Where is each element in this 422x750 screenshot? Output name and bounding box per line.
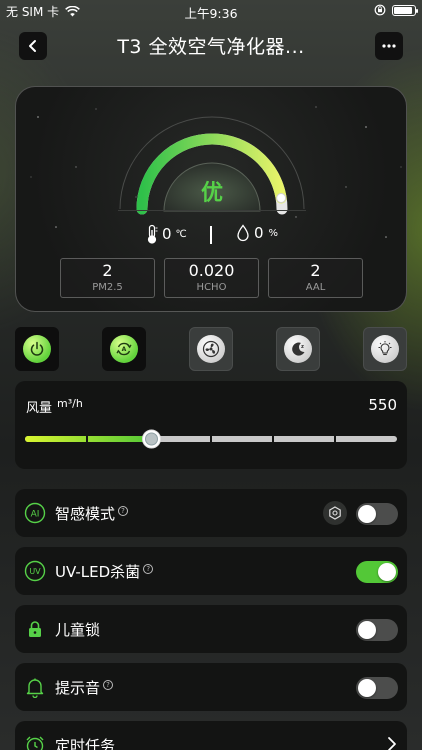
ai-icon: AI	[24, 502, 46, 524]
smart-mode-settings-button[interactable]	[323, 501, 347, 525]
hexagon-settings-icon	[329, 506, 341, 520]
auto-mode-button[interactable]: A	[102, 327, 146, 371]
uv-led-row: UV UV-LED杀菌?	[15, 547, 407, 595]
metric-pm25: 2 PM2.5	[60, 258, 155, 298]
light-bulb-icon	[378, 341, 392, 356]
rotation-lock-icon	[374, 4, 386, 16]
help-icon[interactable]: ?	[143, 564, 154, 574]
help-icon[interactable]: ?	[103, 680, 114, 690]
environment-divider	[210, 226, 212, 244]
timer-task-label: 定时任务	[55, 737, 116, 750]
slider-segment-divider	[86, 436, 88, 442]
sound-toggle[interactable]	[356, 677, 398, 699]
fan-speed-slider[interactable]	[25, 427, 397, 451]
chevron-right-icon	[388, 737, 396, 750]
metric-label: HCHO	[196, 282, 227, 293]
temperature-unit: ℃	[175, 228, 187, 240]
thermometer-icon	[147, 224, 158, 244]
uv-led-label: UV-LED杀菌?	[55, 561, 154, 582]
light-mode-button[interactable]	[363, 327, 407, 371]
uv-led-toggle[interactable]	[356, 561, 398, 583]
metric-aal: 2 AAL	[268, 258, 363, 298]
more-dots-icon	[382, 44, 396, 48]
help-icon[interactable]: ?	[118, 506, 129, 516]
child-lock-toggle[interactable]	[356, 619, 398, 641]
humidity-unit: %	[268, 227, 279, 239]
svg-text:AI: AI	[31, 510, 40, 520]
fan-icon	[202, 340, 220, 358]
air-quality-card: 优 0 ℃ 0% 2 PM2.5 0.020 HCHO 2 AAL	[15, 86, 407, 312]
sound-row: 提示音?	[15, 663, 407, 711]
moon-icon: z	[292, 342, 305, 356]
slider-segment-divider	[334, 436, 336, 442]
slider-segment-divider	[272, 436, 274, 442]
metric-label: PM2.5	[92, 282, 123, 293]
humidity-value: 0	[254, 224, 264, 242]
fan-speed-value: 550	[368, 396, 397, 414]
air-quality-label: 优	[200, 181, 223, 206]
temperature-reading: 0 ℃	[145, 224, 187, 244]
metric-value: 0.020	[188, 261, 235, 280]
metric-value: 2	[102, 261, 113, 280]
child-lock-row: 儿童锁	[15, 605, 407, 653]
smart-mode-label: 智感模式?	[55, 503, 129, 524]
fan-speed-card: 风量 m³/h 550	[15, 381, 407, 469]
more-button[interactable]	[375, 32, 403, 60]
power-button[interactable]	[15, 327, 59, 371]
fan-speed-label: 风量	[26, 401, 53, 416]
bell-icon	[26, 678, 44, 698]
svg-text:A: A	[122, 346, 127, 353]
header: T3 全效空气净化器...	[0, 24, 422, 66]
smart-mode-toggle[interactable]	[356, 503, 398, 525]
slider-fill	[25, 436, 152, 442]
battery-icon	[392, 4, 418, 16]
chevron-left-icon	[29, 40, 36, 52]
svg-text:UV: UV	[29, 567, 41, 576]
environment-row: 0 ℃ 0%	[16, 224, 406, 248]
sound-label: 提示音?	[55, 677, 114, 698]
temperature-value: 0	[162, 225, 172, 243]
page-title: T3 全效空气净化器...	[117, 36, 305, 58]
alarm-clock-icon	[26, 736, 44, 750]
uv-icon: UV	[24, 560, 46, 582]
back-button[interactable]	[19, 32, 47, 60]
fan-speed-unit: m³/h	[57, 397, 83, 410]
metric-label: AAL	[305, 282, 326, 293]
droplet-icon	[237, 224, 249, 242]
power-icon	[30, 341, 44, 356]
metric-value: 2	[310, 261, 321, 280]
auto-mode-icon: A	[116, 342, 132, 356]
status-bar: 无 SIM 卡 上午9:36	[0, 0, 422, 22]
lock-icon	[29, 621, 41, 637]
metric-hcho: 0.020 HCHO	[164, 258, 259, 298]
humidity-reading: 0%	[236, 224, 278, 242]
status-bar-right	[374, 4, 418, 16]
timer-task-row[interactable]: 定时任务	[15, 721, 407, 750]
svg-text:z: z	[301, 344, 304, 350]
slider-segment-divider	[210, 436, 212, 442]
child-lock-label: 儿童锁	[55, 621, 101, 639]
smart-mode-row: AI 智感模式?	[15, 489, 407, 537]
fan-mode-button[interactable]	[189, 327, 233, 371]
sleep-mode-button[interactable]: z	[276, 327, 320, 371]
status-time: 上午9:36	[184, 6, 238, 21]
